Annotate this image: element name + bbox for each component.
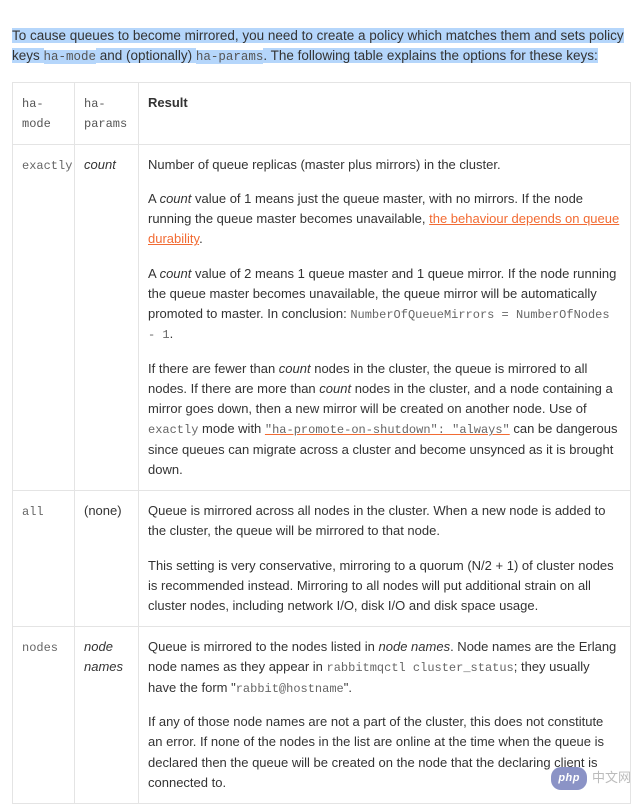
link-ha-promote[interactable]: "ha-promote-on-shutdown": "always" (265, 421, 510, 436)
ha-policy-table: ha-mode ha-params Result exactly count N… (12, 82, 631, 804)
table-header-row: ha-mode ha-params Result (13, 82, 631, 144)
header-ha-params: ha-params (75, 82, 139, 144)
intro-paragraph: To cause queues to become mirrored, you … (12, 26, 631, 68)
table-row: nodes node names Queue is mirrored to th… (13, 627, 631, 804)
code-ha-params: ha-params (196, 50, 264, 64)
cell-mode: exactly (13, 144, 75, 490)
cell-result: Queue is mirrored across all nodes in th… (139, 491, 631, 627)
table-row: exactly count Number of queue replicas (… (13, 144, 631, 490)
cell-result: Number of queue replicas (master plus mi… (139, 144, 631, 490)
watermark-php-badge: php (551, 767, 587, 790)
cell-params: count (75, 144, 139, 490)
cell-params: (none) (75, 491, 139, 627)
cell-mode: nodes (13, 627, 75, 804)
table-row: all (none) Queue is mirrored across all … (13, 491, 631, 627)
header-ha-mode: ha-mode (13, 82, 75, 144)
cell-mode: all (13, 491, 75, 627)
cell-params: node names (75, 627, 139, 804)
watermark-cn-text: 中文网 (592, 768, 631, 788)
header-result: Result (139, 82, 631, 144)
code-ha-mode: ha-mode (44, 50, 97, 64)
watermark: php 中文网 (551, 767, 631, 790)
